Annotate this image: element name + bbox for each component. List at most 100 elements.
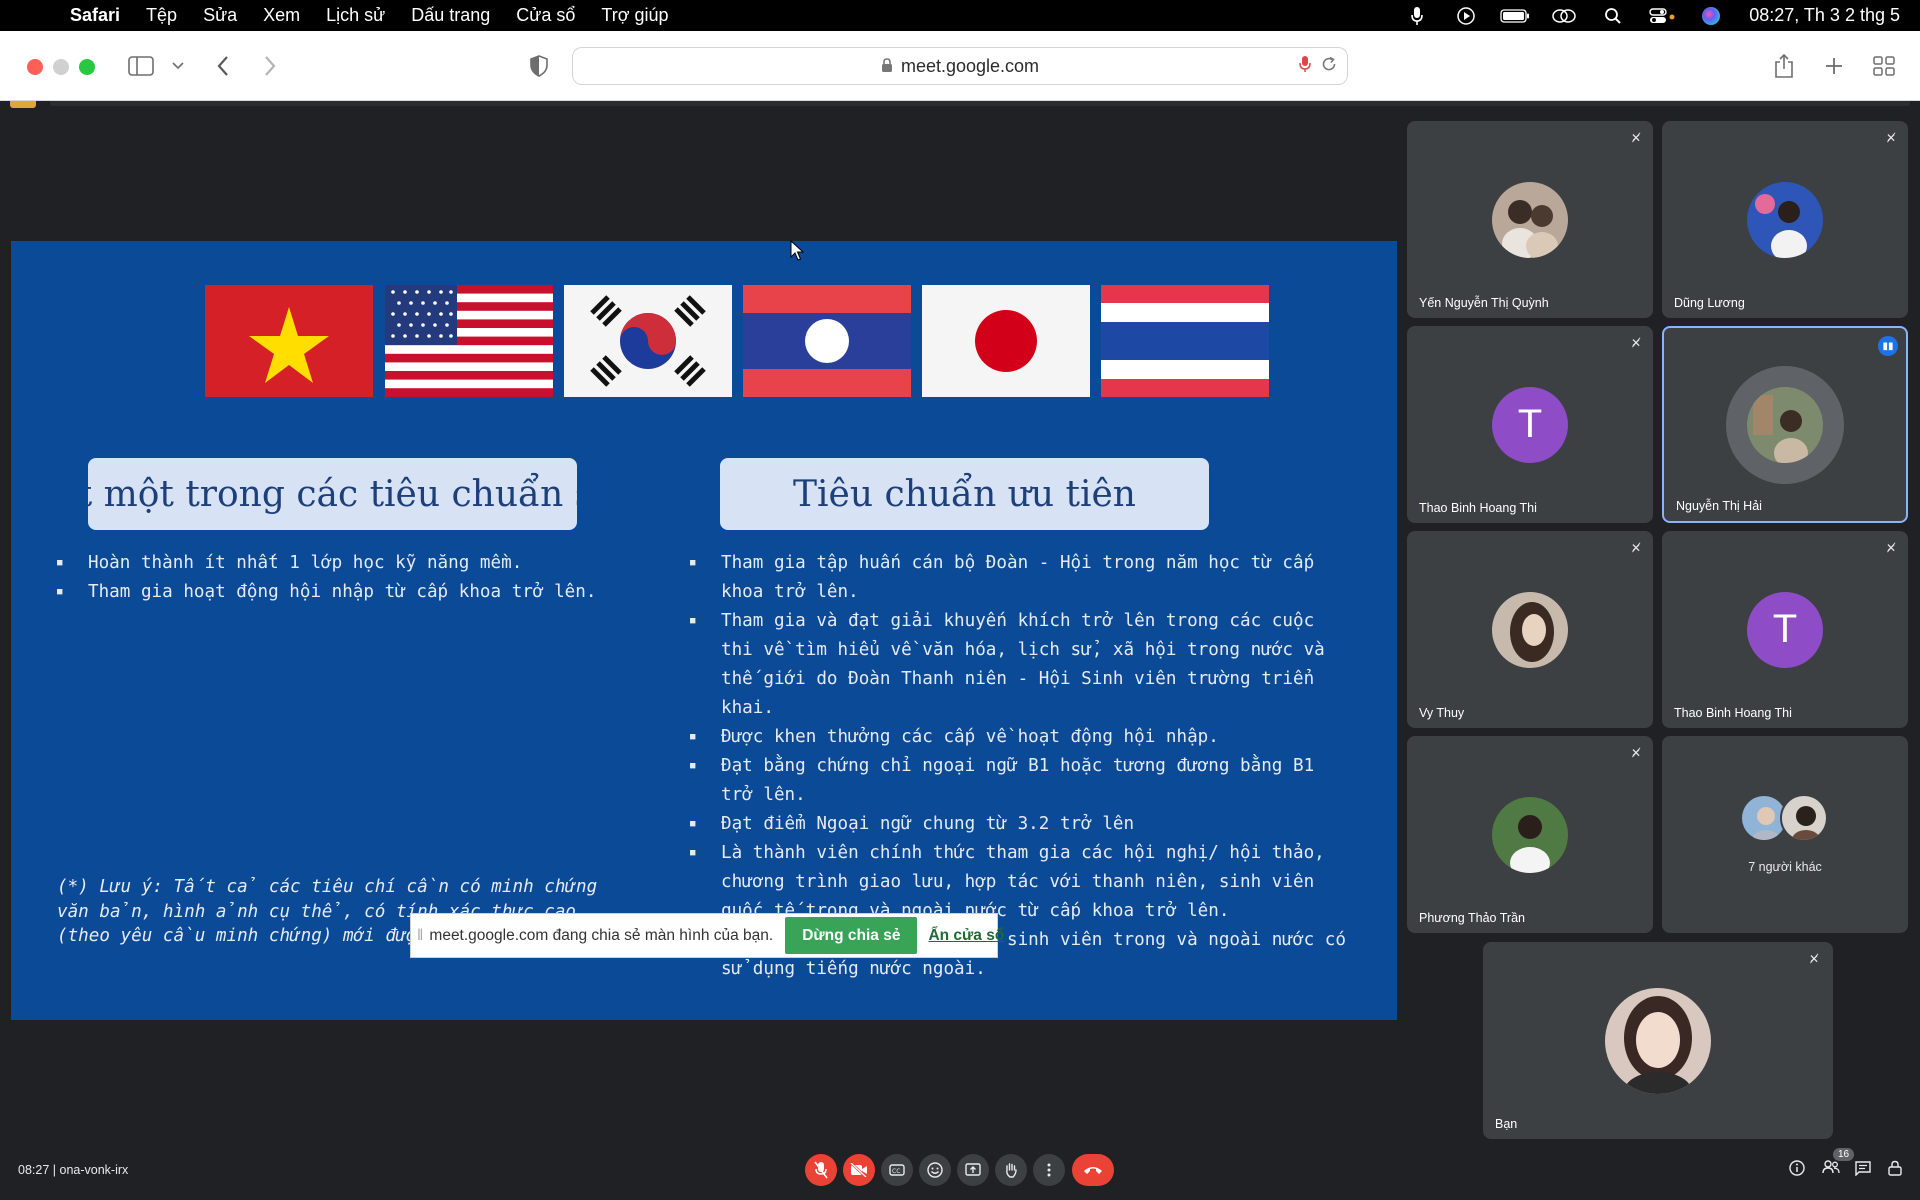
more-options-icon[interactable] bbox=[1033, 1154, 1065, 1186]
participant-avatar bbox=[1492, 591, 1568, 668]
flag-thailand bbox=[1101, 285, 1269, 397]
left-criteria-heading-box: Đạt một trong các tiêu chuẩn sau bbox=[88, 458, 577, 530]
right-criteria-item: Được khen thưởng các cấp về hoạt động hộ… bbox=[690, 723, 1350, 752]
menu-bar: Safari Tệp Sửa Xem Lịch sử Dấu trang Cửa… bbox=[0, 0, 1920, 31]
menu-history[interactable]: Lịch sử bbox=[313, 5, 398, 26]
meeting-code: ona-vonk-irx bbox=[59, 1163, 129, 1177]
tab-bar-track bbox=[50, 101, 1910, 106]
siri-icon[interactable] bbox=[1686, 0, 1735, 31]
muted-icon: ✕̸ bbox=[1630, 336, 1641, 350]
mouse-cursor-icon bbox=[790, 239, 805, 267]
self-avatar bbox=[1605, 987, 1711, 1094]
participant-avatar bbox=[1492, 796, 1568, 873]
muted-icon: ✕̸ bbox=[1630, 746, 1641, 760]
muted-icon: ✕̸ bbox=[1630, 131, 1641, 145]
meeting-details-icon[interactable] bbox=[1789, 1160, 1805, 1181]
screen-mirroring-icon[interactable] bbox=[1539, 0, 1588, 31]
sidebar-toggle-icon[interactable] bbox=[128, 51, 154, 81]
pinned-tab[interactable] bbox=[10, 101, 36, 108]
participant-name: Nguyễn Thị Hải bbox=[1676, 499, 1762, 513]
menu-app-safari[interactable]: Safari bbox=[70, 5, 133, 26]
reload-icon[interactable] bbox=[1321, 56, 1337, 77]
flag-vietnam bbox=[205, 285, 373, 397]
self-view-tile[interactable]: ✕̸ Bạn bbox=[1483, 942, 1833, 1139]
share-banner-message: meet.google.com đang chia sẻ màn hình củ… bbox=[429, 926, 774, 944]
drag-handle-icon[interactable]: ‖ bbox=[417, 927, 423, 945]
host-controls-icon[interactable] bbox=[1888, 1160, 1902, 1181]
participant-tile[interactable]: ✕̸ T Thao Binh Hoang Thi bbox=[1662, 531, 1908, 728]
participant-avatar bbox=[1747, 181, 1823, 258]
mic-in-use-icon[interactable] bbox=[1299, 55, 1311, 78]
participant-tile[interactable]: ✕̸ Vy Thuy bbox=[1407, 531, 1653, 728]
address-bar[interactable]: meet.google.com bbox=[572, 47, 1348, 85]
meeting-controls-bar: 08:27 | ona-vonk-irx CC 16 bbox=[0, 1140, 1920, 1200]
participant-tile[interactable]: ✕̸ Dũng Lương bbox=[1662, 121, 1908, 318]
url-text: meet.google.com bbox=[900, 55, 1040, 76]
menu-help[interactable]: Trợ giúp bbox=[588, 5, 681, 26]
privacy-shield-icon[interactable] bbox=[529, 51, 549, 81]
participant-name: Thao Binh Hoang Thi bbox=[1419, 501, 1537, 515]
forward-icon[interactable] bbox=[263, 51, 277, 81]
people-icon[interactable] bbox=[1822, 1160, 1840, 1179]
other-participants-tile[interactable]: 7 người khác bbox=[1662, 736, 1908, 933]
camera-off-icon[interactable] bbox=[843, 1154, 875, 1186]
raise-hand-icon[interactable] bbox=[995, 1154, 1027, 1186]
participant-count-badge: 16 bbox=[1833, 1148, 1855, 1161]
other-participants-count: 7 người khác bbox=[1748, 860, 1822, 874]
participant-tile[interactable]: ✕̸ T Thao Binh Hoang Thi bbox=[1407, 326, 1653, 523]
screen-share-banner: ‖ meet.google.com đang chia sẻ màn hình … bbox=[410, 913, 1004, 958]
captions-icon[interactable]: CC bbox=[881, 1154, 913, 1186]
emoji-icon[interactable] bbox=[919, 1154, 951, 1186]
menu-clock[interactable]: 08:27, Th 3 2 thg 5 bbox=[1749, 5, 1900, 26]
share-icon[interactable] bbox=[1774, 51, 1794, 81]
participant-name: Vy Thuy bbox=[1419, 706, 1465, 720]
shared-screen-slide: Đạt một trong các tiêu chuẩn sau Tiêu ch… bbox=[11, 241, 1397, 1020]
stop-sharing-button[interactable]: Dừng chia sẻ bbox=[785, 917, 918, 954]
battery-icon[interactable] bbox=[1490, 0, 1539, 31]
left-criteria-list: Hoàn thành ít nhất 1 lớp học kỹ năng mềm… bbox=[57, 549, 627, 607]
flag-united-states bbox=[385, 285, 553, 397]
back-icon[interactable] bbox=[216, 51, 230, 81]
flag-japan bbox=[922, 285, 1090, 397]
sidebar-chevron-down-icon[interactable] bbox=[172, 51, 184, 81]
browser-toolbar: meet.google.com bbox=[0, 31, 1920, 101]
participant-initial-avatar: T bbox=[1747, 591, 1823, 668]
menu-edit[interactable]: Sửa bbox=[190, 5, 250, 26]
menu-bookmarks[interactable]: Dấu trang bbox=[398, 5, 503, 26]
hide-banner-link[interactable]: Ẩn cửa sổ bbox=[928, 927, 1004, 945]
menu-file[interactable]: Tệp bbox=[133, 5, 190, 26]
minimize-window-button[interactable] bbox=[53, 59, 69, 75]
participant-tile-active-speaker[interactable]: ▮▮ Nguyễn Thị Hải bbox=[1662, 326, 1908, 523]
now-playing-icon[interactable] bbox=[1441, 0, 1490, 31]
menu-window[interactable]: Cửa sổ bbox=[503, 5, 588, 26]
participant-initial-avatar: T bbox=[1492, 386, 1568, 463]
spotlight-search-icon[interactable] bbox=[1588, 0, 1637, 31]
menu-view[interactable]: Xem bbox=[250, 5, 313, 26]
participant-name: Thao Binh Hoang Thi bbox=[1674, 706, 1792, 720]
new-tab-icon[interactable] bbox=[1824, 51, 1844, 81]
right-criteria-item: Đạt bằng chứng chỉ ngoại ngữ B1 hoặc tươ… bbox=[690, 752, 1350, 810]
participant-tile[interactable]: ✕̸ Phương Thảo Trần bbox=[1407, 736, 1653, 933]
zoom-window-button[interactable] bbox=[79, 59, 95, 75]
chat-icon[interactable] bbox=[1855, 1160, 1871, 1181]
lock-icon bbox=[881, 57, 893, 75]
tab-overview-icon[interactable] bbox=[1873, 51, 1895, 81]
muted-icon: ✕̸ bbox=[1885, 541, 1896, 555]
muted-icon: ✕̸ bbox=[1808, 952, 1819, 966]
microphone-status-icon[interactable] bbox=[1392, 0, 1441, 31]
meeting-time: 08:27 bbox=[18, 1163, 50, 1177]
right-criteria-item: Tham gia và đạt giải khuyến khích trở lê… bbox=[690, 607, 1350, 723]
mic-off-icon[interactable] bbox=[805, 1154, 837, 1186]
present-icon[interactable] bbox=[957, 1154, 989, 1186]
right-criteria-heading-box: Tiêu chuẩn ưu tiên bbox=[720, 458, 1209, 530]
right-criteria-item: Đạt điểm Ngoại ngữ chung từ 3.2 trở lên bbox=[690, 810, 1350, 839]
participant-tile[interactable]: ✕̸ Yến Nguyễn Thị Quỳnh bbox=[1407, 121, 1653, 318]
meeting-info-separator: | bbox=[52, 1163, 60, 1177]
close-window-button[interactable] bbox=[27, 59, 43, 75]
control-center-icon[interactable] bbox=[1637, 0, 1686, 31]
muted-icon: ✕̸ bbox=[1885, 131, 1896, 145]
left-criteria-heading: Đạt một trong các tiêu chuẩn sau bbox=[88, 473, 577, 515]
hangup-icon[interactable] bbox=[1072, 1154, 1114, 1186]
svg-text:CC: CC bbox=[892, 1168, 900, 1175]
participant-avatar bbox=[1747, 386, 1823, 463]
